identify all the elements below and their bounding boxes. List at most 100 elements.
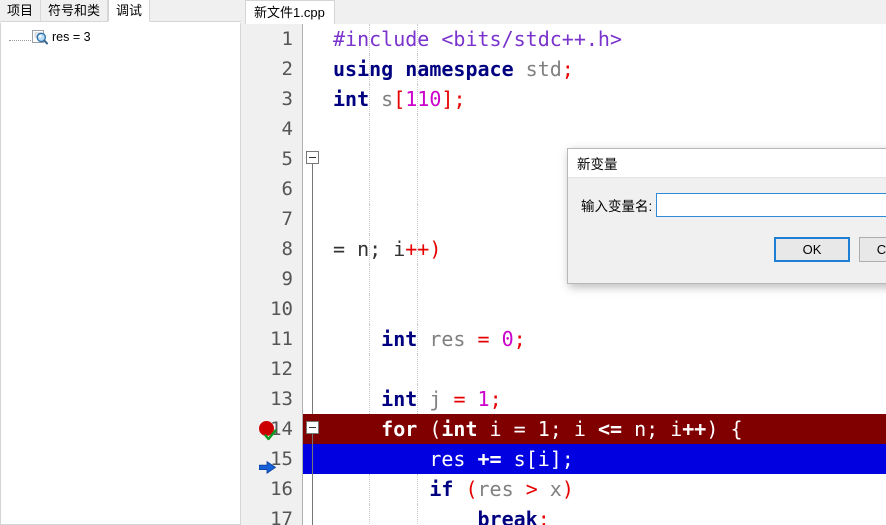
code-line[interactable]: 12 [245,354,886,384]
code-token: ; [513,327,526,351]
cancel-button[interactable]: Cancel [859,237,886,262]
fold-column[interactable] [303,144,323,174]
code-line[interactable]: 17 break; [245,504,886,525]
code-line[interactable]: 4 [245,114,886,144]
code-line[interactable]: 3 int s[110]; [245,84,886,114]
watch-magnifier-icon [32,29,48,45]
indent-guide [369,144,370,174]
indent-guide [417,24,418,54]
code-token: 1 [477,387,490,411]
indent-guide [417,174,418,204]
code-token: 0 [501,327,514,351]
tab-symbols-classes[interactable]: 符号和类 [41,0,109,22]
code-line[interactable]: 16 if (res > x) [245,474,886,504]
fold-column [303,24,323,54]
tab-debug[interactable]: 调试 [108,0,151,22]
code-line[interactable]: 14 for (int i = 1; i <= n; i++) { [245,414,886,444]
tab-file-newfile1-cpp[interactable]: 新文件1.cpp [245,0,335,24]
tab-project-label: 项目 [7,3,34,18]
variable-name-input[interactable] [656,193,886,217]
indent-guide [417,234,418,264]
code-token: x [549,477,562,501]
indent-guide [417,114,418,144]
code-token: break [477,507,538,525]
line-number: 10 [245,294,303,324]
code-token: res [429,447,478,471]
fold-guide-line [312,504,313,525]
fold-column [303,54,323,84]
line-number: 12 [245,354,303,384]
fold-guide-line [312,164,313,174]
tree-connector [9,40,31,41]
fold-column [303,84,323,114]
fold-guide-line [312,444,313,474]
fold-column [303,114,323,144]
code-line-text: using namespace std; [323,54,886,84]
indent-guide [369,294,370,324]
new-variable-dialog: 新变量 输入变量名: OK Cancel [567,148,886,284]
breakpoint-verified-check-icon [264,421,277,441]
code-token: = [453,387,466,411]
fold-guide-line [312,174,313,204]
indent-guide [417,294,418,324]
fold-column[interactable] [303,414,323,444]
code-line-text [323,294,886,324]
tab-symbols-classes-label: 符号和类 [48,3,101,18]
line-number: 4 [245,114,303,144]
indent-guide [417,264,418,294]
code-line[interactable]: 11 int res = 0; [245,324,886,354]
line-number: 8 [245,234,303,264]
code-token: ; [489,387,502,411]
code-token: #include [333,27,442,51]
fold-collapse-icon[interactable] [306,151,319,164]
code-line[interactable]: 2 using namespace std; [245,54,886,84]
code-line[interactable]: 1 #include <bits/stdc++.h> [245,24,886,54]
line-number: 14 [245,414,303,444]
watch-item-label: res = 3 [52,29,91,44]
code-token: int [441,417,478,441]
list-item[interactable]: res = 3 [1,27,240,46]
indent-guide [369,384,370,414]
fold-collapse-icon[interactable] [306,421,319,434]
code-token: s [381,87,394,111]
code-line[interactable]: 15 res += s[i]; [245,444,886,474]
code-token: using namespace [333,57,514,81]
indent-guide [417,324,418,354]
code-token: n; i [622,417,683,441]
code-line-text: int j = 1; [323,384,886,414]
code-token: ] [441,87,454,111]
code-token: ; i [549,417,598,441]
code-line-text: int s[110]; [323,84,886,114]
fold-column [303,264,323,294]
fold-column [303,444,323,474]
code-token: 1 [537,417,550,441]
fold-guide-line [312,234,313,264]
debug-watch-tree[interactable]: res = 3 [0,23,241,525]
line-number: 1 [245,24,303,54]
code-token: i [393,237,406,261]
code-token: s[i]; [501,447,574,471]
left-tabbar-filler [150,0,241,22]
indent-guide [417,354,418,384]
fold-column [303,234,323,264]
code-line[interactable]: 13 int j = 1; [245,384,886,414]
code-token: int [333,87,370,111]
line-number: 11 [245,324,303,354]
indent-guide [369,474,370,504]
code-token: ++) [405,237,442,261]
code-token: res [429,327,478,351]
code-token: ; [561,57,574,81]
dialog-title: 新变量 [577,157,618,172]
indent-guide [417,144,418,174]
indent-guide [417,504,418,525]
code-line-text [323,354,886,384]
fold-column [303,294,323,324]
code-line[interactable]: 10 [245,294,886,324]
tab-project[interactable]: 项目 [0,0,42,22]
ok-button[interactable]: OK [774,237,850,262]
indent-guide [417,384,418,414]
ide-window: 项目 符号和类 调试 res = 3 新文件1.cpp 1 #include <… [0,0,886,525]
